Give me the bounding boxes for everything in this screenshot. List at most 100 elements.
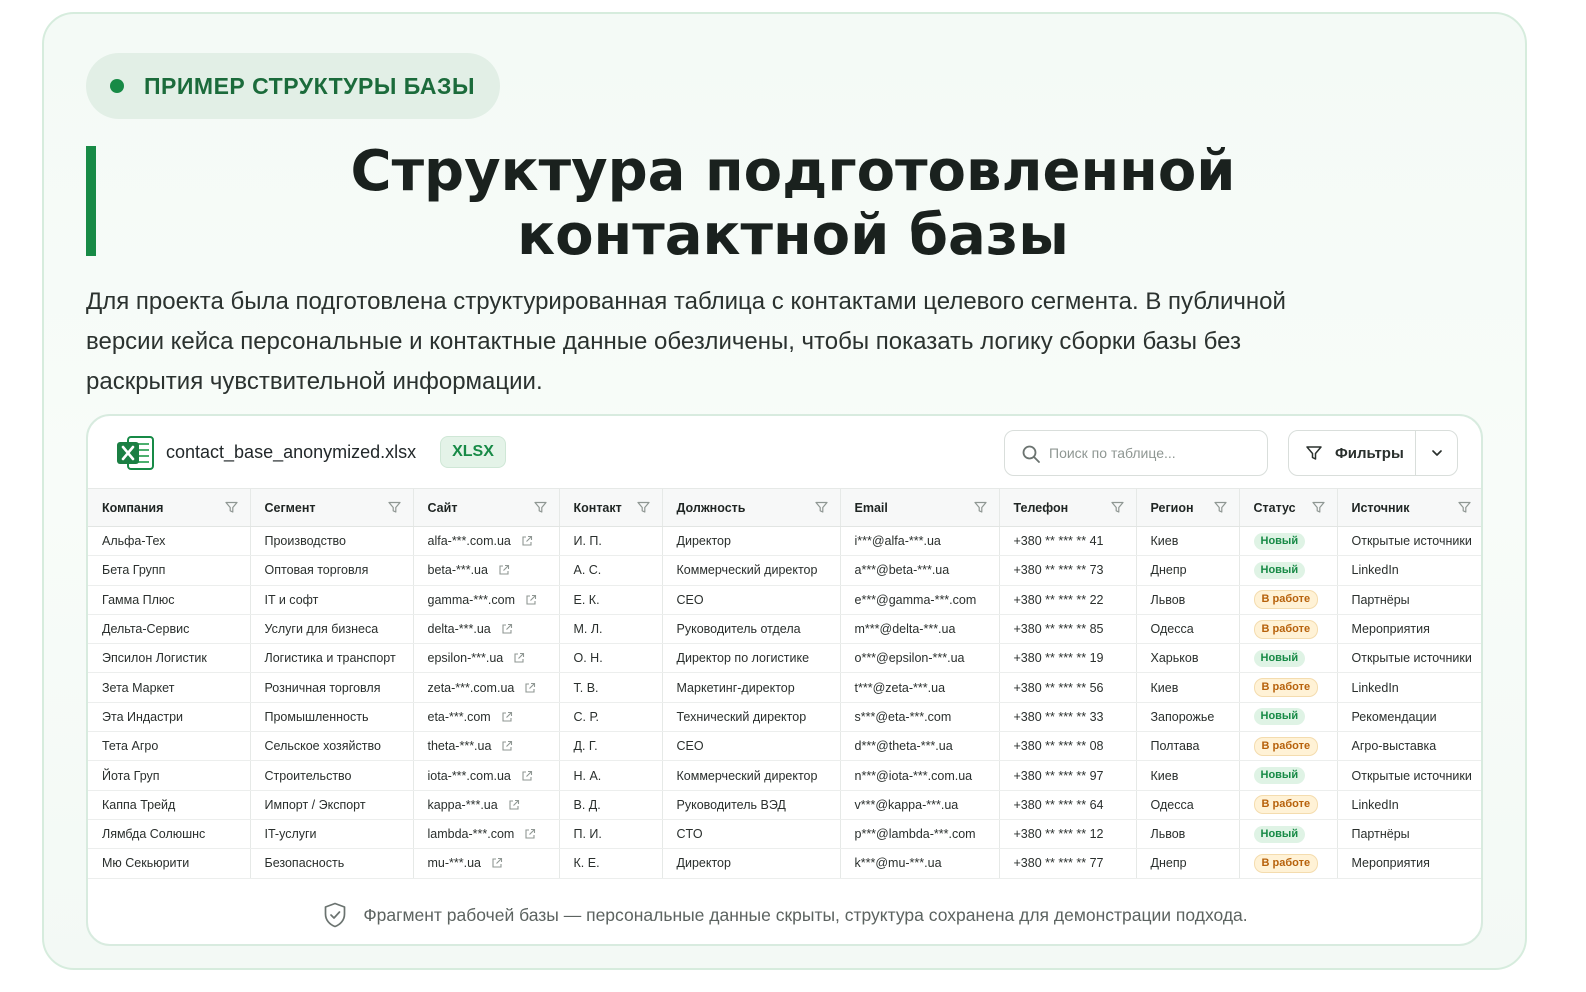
table-search[interactable]	[1004, 430, 1268, 476]
cell-contact: С. Р.	[559, 702, 663, 733]
filters-button[interactable]: Фильтры	[1289, 431, 1416, 475]
column-filter-icon[interactable]	[1213, 501, 1227, 514]
table-row[interactable]: Гамма Плюс IT и софт gamma-***.com Е. К. CEO…	[88, 585, 1481, 615]
table-row[interactable]: Альфа-Тех Производство alfa-***.com.ua И. П…	[88, 526, 1481, 557]
column-header[interactable]: Должность	[662, 488, 841, 527]
column-header[interactable]: Компания	[88, 488, 251, 527]
page-title-line-2: контактной базы	[517, 203, 1069, 268]
column-header[interactable]: Сегмент	[250, 488, 414, 527]
table-row[interactable]: Йота Груп Строительство iota-***.com.ua Н. …	[88, 760, 1481, 791]
site-link[interactable]: beta-***.ua	[428, 563, 488, 577]
cell-site: kappa-***.ua	[413, 790, 560, 820]
site-link[interactable]: theta-***.ua	[428, 739, 492, 753]
section-badge: ПРИМЕР СТРУКТУРЫ БАЗЫ	[86, 53, 500, 119]
column-header[interactable]: Статус	[1239, 488, 1338, 527]
column-filter-icon[interactable]	[1110, 501, 1124, 514]
table-header-row: Компания Сегмент Сайт Контакт Должность Email…	[88, 488, 1481, 527]
search-input[interactable]	[1049, 439, 1259, 467]
cell-site: beta-***.ua	[413, 555, 560, 586]
site-link[interactable]: kappa-***.ua	[428, 798, 498, 812]
cell-site: alfa-***.com.ua	[413, 526, 560, 557]
table-row[interactable]: Эта Индастри Промышленность eta-***.com С. …	[88, 702, 1481, 733]
cell-status: В работе	[1239, 585, 1338, 615]
external-link-icon[interactable]	[508, 799, 520, 811]
site-link[interactable]: lambda-***.com	[428, 827, 515, 841]
cell-position: Руководитель отдела	[662, 614, 841, 645]
cell-status: В работе	[1239, 731, 1338, 762]
site-link[interactable]: delta-***.ua	[428, 622, 491, 636]
cell-region: Львов	[1136, 819, 1240, 850]
filters-dropdown-toggle[interactable]	[1416, 431, 1457, 475]
cell-segment: IT-услуги	[250, 819, 414, 850]
table-row[interactable]: Каппа Трейд Импорт / Экспорт kappa-***.ua В…	[88, 790, 1481, 820]
column-filter-icon[interactable]	[814, 501, 828, 514]
column-header[interactable]: Сайт	[413, 488, 560, 527]
external-link-icon[interactable]	[498, 564, 510, 576]
file-format-badge: XLSX	[440, 436, 506, 468]
cell-contact: В. Д.	[559, 790, 663, 820]
column-header[interactable]: Телефон	[999, 488, 1137, 527]
column-filter-icon[interactable]	[1311, 501, 1325, 514]
column-header-label: Email	[854, 500, 888, 515]
cell-source: LinkedIn	[1337, 790, 1481, 820]
cell-email: i***@alfa-***.ua	[840, 526, 1000, 557]
table-row[interactable]: Бета Групп Оптовая торговля beta-***.ua А. …	[88, 555, 1481, 586]
cell-source: Мероприятия	[1337, 614, 1481, 645]
cell-phone: +380 ** *** ** 41	[999, 526, 1137, 557]
external-link-icon[interactable]	[525, 594, 537, 606]
column-header[interactable]: Email	[840, 488, 1000, 527]
site-link[interactable]: mu-***.ua	[428, 856, 482, 870]
external-link-icon[interactable]	[521, 535, 533, 547]
cell-position: Директор	[662, 848, 841, 879]
cell-phone: +380 ** *** ** 12	[999, 819, 1137, 850]
column-filter-icon[interactable]	[973, 501, 987, 514]
cell-region: Киев	[1136, 760, 1240, 791]
site-link[interactable]: epsilon-***.ua	[428, 651, 504, 665]
column-header[interactable]: Контакт	[559, 488, 663, 527]
page-title: Структура подготовленной контактной базы	[300, 140, 1286, 268]
column-filter-icon[interactable]	[224, 501, 238, 514]
table-row[interactable]: Эпсилон Логистик Логистика и транспорт eps…	[88, 643, 1481, 674]
cell-company: Йота Груп	[88, 760, 251, 791]
status-badge: В работе	[1253, 853, 1319, 873]
table-row[interactable]: Зета Маркет Розничная торговля zeta-***.co…	[88, 672, 1481, 703]
cell-phone: +380 ** *** ** 73	[999, 555, 1137, 586]
cell-status: Новый	[1239, 702, 1338, 733]
table-row[interactable]: Дельта-Сервис Услуги для бизнеса delta-***…	[88, 614, 1481, 645]
external-link-icon[interactable]	[491, 857, 503, 869]
site-link[interactable]: gamma-***.com	[428, 593, 516, 607]
site-link[interactable]: iota-***.com.ua	[428, 769, 511, 783]
column-header[interactable]: Источник	[1337, 488, 1481, 527]
cell-company: Лямбда Солюшнс	[88, 819, 251, 850]
cell-segment: Промышленность	[250, 702, 414, 733]
external-link-icon[interactable]	[524, 682, 536, 694]
table-panel: contact_base_anonymized.xlsx XLSX Фильтр…	[86, 414, 1483, 946]
external-link-icon[interactable]	[524, 828, 536, 840]
table-row[interactable]: Тета Агро Сельское хозяйство theta-***.ua Д…	[88, 731, 1481, 762]
cell-company: Дельта-Сервис	[88, 614, 251, 645]
external-link-icon[interactable]	[501, 623, 513, 635]
site-link[interactable]: alfa-***.com.ua	[428, 534, 511, 548]
external-link-icon[interactable]	[521, 770, 533, 782]
cell-segment: Сельское хозяйство	[250, 731, 414, 762]
cell-position: Технический директор	[662, 702, 841, 733]
cell-contact: К. Е.	[559, 848, 663, 879]
table-row[interactable]: Лямбда Солюшнс IT-услуги lambda-***.com П. …	[88, 819, 1481, 850]
cell-segment: Строительство	[250, 760, 414, 791]
cell-contact: А. С.	[559, 555, 663, 586]
cell-segment: Оптовая торговля	[250, 555, 414, 586]
column-header[interactable]: Регион	[1136, 488, 1240, 527]
external-link-icon[interactable]	[501, 711, 513, 723]
column-filter-icon[interactable]	[387, 501, 401, 514]
table-row[interactable]: Мю Секьюрити Безопасность mu-***.ua К. Е. Ди…	[88, 848, 1481, 879]
column-filter-icon[interactable]	[533, 501, 547, 514]
column-filter-icon[interactable]	[1458, 501, 1471, 514]
cell-status: В работе	[1239, 614, 1338, 645]
site-link[interactable]: zeta-***.com.ua	[428, 681, 515, 695]
column-filter-icon[interactable]	[636, 501, 650, 514]
external-link-icon[interactable]	[513, 652, 525, 664]
title-accent-bar	[86, 146, 96, 256]
site-link[interactable]: eta-***.com	[428, 710, 491, 724]
cell-region: Львов	[1136, 585, 1240, 615]
external-link-icon[interactable]	[501, 740, 513, 752]
